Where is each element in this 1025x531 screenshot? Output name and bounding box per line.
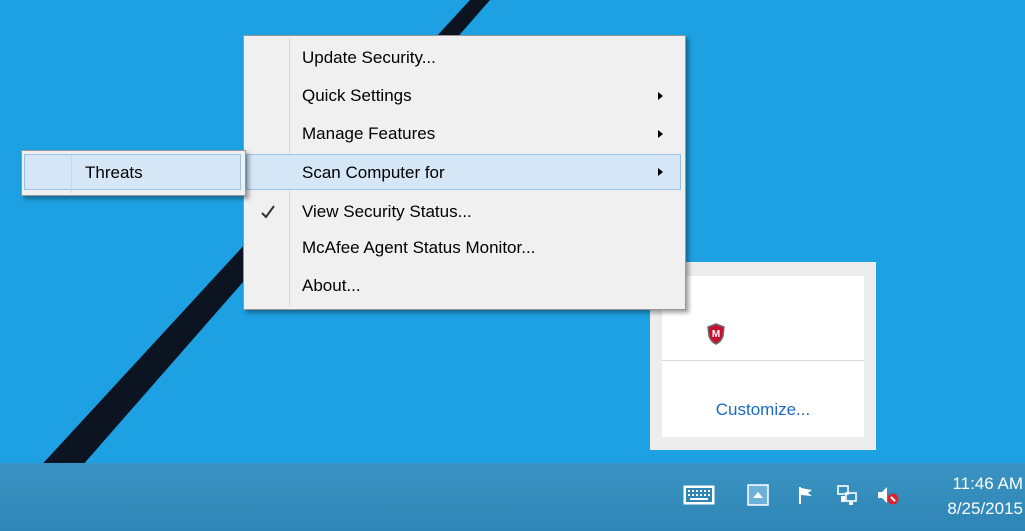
- touch-keyboard-icon[interactable]: [683, 484, 715, 506]
- submenu-arrow-icon: [658, 92, 663, 100]
- action-center-flag-icon[interactable]: [795, 484, 817, 506]
- network-icon[interactable]: [835, 484, 859, 506]
- mcafee-shield-icon[interactable]: M: [706, 323, 726, 345]
- svg-text:M: M: [712, 329, 720, 340]
- taskbar: [0, 463, 1025, 531]
- menu-item-update-security[interactable]: Update Security...: [246, 40, 681, 76]
- menu-item-label: Threats: [85, 163, 143, 182]
- menu-item-manage-features[interactable]: Manage Features: [246, 116, 681, 152]
- menu-item-view-security-status[interactable]: View Security Status...: [246, 194, 681, 230]
- customize-link[interactable]: Customize...: [662, 400, 864, 420]
- menu-item-label: Update Security...: [302, 48, 436, 67]
- menu-item-mcafee-agent-status-monitor[interactable]: McAfee Agent Status Monitor...: [246, 230, 681, 266]
- submenu-arrow-icon: [658, 168, 663, 176]
- volume-muted-icon[interactable]: [875, 484, 901, 506]
- menu-item-label: Scan Computer for: [302, 163, 445, 182]
- menu-item-label: Quick Settings: [302, 86, 412, 105]
- scan-computer-submenu: Threats: [21, 150, 246, 196]
- mcafee-context-menu: Update Security... Quick Settings Manage…: [243, 35, 686, 310]
- menu-item-label: About...: [302, 276, 361, 295]
- menu-item-label: McAfee Agent Status Monitor...: [302, 238, 536, 257]
- menu-item-label: View Security Status...: [302, 202, 472, 221]
- menu-item-scan-computer-for[interactable]: Scan Computer for: [246, 154, 681, 190]
- menu-item-quick-settings[interactable]: Quick Settings: [246, 78, 681, 114]
- submenu-item-threats[interactable]: Threats: [24, 154, 241, 190]
- taskbar-clock[interactable]: 11:46 AM 8/25/2015: [947, 471, 1023, 521]
- submenu-arrow-icon: [658, 130, 663, 138]
- show-hidden-icons-chevron-icon[interactable]: [747, 484, 769, 506]
- tray-overflow-panel: M Customize...: [662, 276, 864, 437]
- menu-gutter-divider: [71, 153, 72, 193]
- menu-item-label: Manage Features: [302, 124, 436, 143]
- desktop: M Customize... 11:46 AM 8/25/2015 Update…: [0, 0, 1025, 531]
- clock-time: 11:46 AM: [952, 474, 1023, 493]
- clock-date: 8/25/2015: [947, 499, 1023, 518]
- menu-item-about[interactable]: About...: [246, 268, 681, 304]
- tray-divider: [662, 360, 864, 361]
- checkmark-icon: [261, 205, 275, 219]
